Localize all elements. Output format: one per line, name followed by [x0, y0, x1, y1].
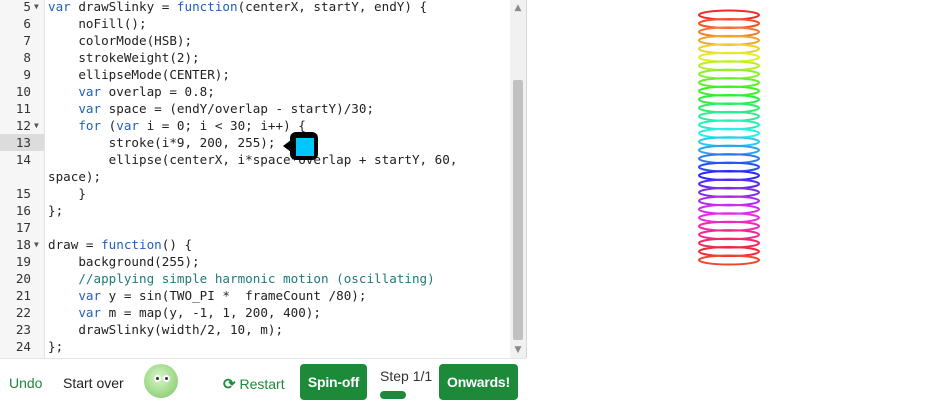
code-text[interactable]: ellipseMode(CENTER); — [48, 66, 230, 83]
code-line[interactable]: 12 ▼ for (var i = 0; i < 30; i++) { — [0, 117, 510, 134]
code-text[interactable]: var y = sin(TWO_PI * frameCount /80); — [48, 287, 366, 304]
code-line[interactable]: 13 stroke(i*9, 200, 255); — [0, 134, 510, 151]
code-text[interactable]: } — [48, 185, 86, 202]
line-number: 14 — [15, 152, 31, 167]
code-text[interactable]: var m = map(y, -1, 1, 200, 400); — [48, 304, 321, 321]
code-text[interactable]: }; — [48, 202, 63, 219]
line-number: 24 — [15, 339, 31, 354]
avatar — [144, 364, 178, 398]
code-text[interactable]: background(255); — [48, 253, 199, 270]
code-editor[interactable]: 5 ▼ var drawSlinky = function(centerX, sta… — [0, 0, 527, 358]
code-line[interactable]: 24}; — [0, 338, 510, 355]
fold-arrow-icon[interactable]: ▼ — [34, 0, 39, 15]
color-picker-handle[interactable] — [283, 132, 318, 160]
code-line[interactable]: 23 drawSlinky(width/2, 10, m); — [0, 321, 510, 338]
code-text[interactable]: var space = (endY/overlap - startY)/30; — [48, 100, 374, 117]
spin-off-button[interactable]: Spin-off — [300, 364, 367, 400]
code-text[interactable]: draw = function() { — [48, 236, 192, 253]
line-number: 13 — [0, 134, 44, 151]
step-counter: Step 1/1 — [380, 368, 433, 384]
code-line[interactable]: 18 ▼ draw = function() { — [0, 236, 510, 253]
line-number: 16 — [15, 203, 31, 218]
scroll-up-arrow-icon[interactable]: ▲ — [510, 0, 526, 16]
step-progress-bar — [380, 391, 406, 399]
start-over-button[interactable]: Start over — [63, 375, 124, 391]
line-number: 11 — [15, 101, 31, 116]
code-text[interactable]: space); — [48, 168, 101, 185]
code-line[interactable]: 11 var space = (endY/overlap - startY)/3… — [0, 100, 510, 117]
code-line[interactable]: 6 noFill(); — [0, 15, 510, 32]
code-line[interactable]: 10 var overlap = 0.8; — [0, 83, 510, 100]
code-line[interactable]: 19 background(255); — [0, 253, 510, 270]
line-number: 7 — [23, 33, 31, 48]
onwards-button[interactable]: Onwards! — [439, 364, 518, 400]
line-number: 19 — [15, 254, 31, 269]
slinky-drawing — [698, 9, 760, 266]
code-text[interactable]: noFill(); — [48, 15, 146, 32]
code-text[interactable]: ellipse(centerX, i*space*overlap + start… — [48, 151, 458, 168]
avatar-eye-icon — [154, 375, 161, 382]
code-text[interactable]: stroke(i*9, 200, 255); — [48, 134, 276, 151]
code-text[interactable]: }; — [48, 338, 63, 355]
code-line[interactable]: 22 var m = map(y, -1, 1, 200, 400); — [0, 304, 510, 321]
line-number: 17 — [15, 220, 31, 235]
code-line[interactable]: 16}; — [0, 202, 510, 219]
undo-button[interactable]: Undo — [9, 375, 42, 391]
output-canvas — [527, 0, 932, 412]
bottom-toolbar: Undo Start over ⟳ Restart Spin-off Step … — [0, 358, 526, 413]
line-number: 20 — [15, 271, 31, 286]
fold-arrow-icon[interactable]: ▼ — [34, 236, 39, 253]
code-text[interactable]: colorMode(HSB); — [48, 32, 192, 49]
code-line[interactable]: 5 ▼ var drawSlinky = function(centerX, sta… — [0, 0, 510, 15]
refresh-icon: ⟳ — [223, 376, 236, 393]
line-number: 8 — [23, 50, 31, 65]
color-swatch[interactable] — [295, 137, 315, 157]
line-number: 23 — [15, 322, 31, 337]
code-text[interactable]: var drawSlinky = function(centerX, start… — [48, 0, 427, 15]
code-text[interactable]: var overlap = 0.8; — [48, 83, 214, 100]
line-number: 15 — [15, 186, 31, 201]
line-number: 22 — [15, 305, 31, 320]
line-number: 10 — [15, 84, 31, 99]
code-text[interactable]: //applying simple harmonic motion (oscil… — [48, 270, 434, 287]
restart-label: Restart — [239, 376, 285, 392]
code-line[interactable]: 14 ellipse(centerX, i*space*overlap + st… — [0, 151, 510, 168]
line-number: 6 — [23, 16, 31, 31]
code-line[interactable]: 7 colorMode(HSB); — [0, 32, 510, 49]
code-line[interactable]: 17 — [0, 219, 510, 236]
scroll-thumb[interactable] — [513, 80, 523, 340]
code-line[interactable]: 21 var y = sin(TWO_PI * frameCount /80); — [0, 287, 510, 304]
code-line[interactable]: space); — [0, 168, 510, 185]
code-line[interactable]: 20 //applying simple harmonic motion (os… — [0, 270, 510, 287]
code-line[interactable]: 8 strokeWeight(2); — [0, 49, 510, 66]
line-number: 21 — [15, 288, 31, 303]
line-number: 9 — [23, 67, 31, 82]
code-line[interactable]: 9 ellipseMode(CENTER); — [0, 66, 510, 83]
avatar-eye-icon — [163, 375, 170, 382]
code-line[interactable]: 15 } — [0, 185, 510, 202]
code-text[interactable]: drawSlinky(width/2, 10, m); — [48, 321, 283, 338]
restart-button[interactable]: ⟳ Restart — [223, 375, 285, 393]
code-text[interactable]: strokeWeight(2); — [48, 49, 199, 66]
line-number — [0, 168, 44, 185]
scroll-down-arrow-icon[interactable]: ▼ — [510, 342, 526, 358]
editor-scrollbar[interactable]: ▲ ▼ — [510, 0, 526, 358]
fold-arrow-icon[interactable]: ▼ — [34, 117, 39, 134]
code-text[interactable]: for (var i = 0; i < 30; i++) { — [48, 117, 305, 134]
